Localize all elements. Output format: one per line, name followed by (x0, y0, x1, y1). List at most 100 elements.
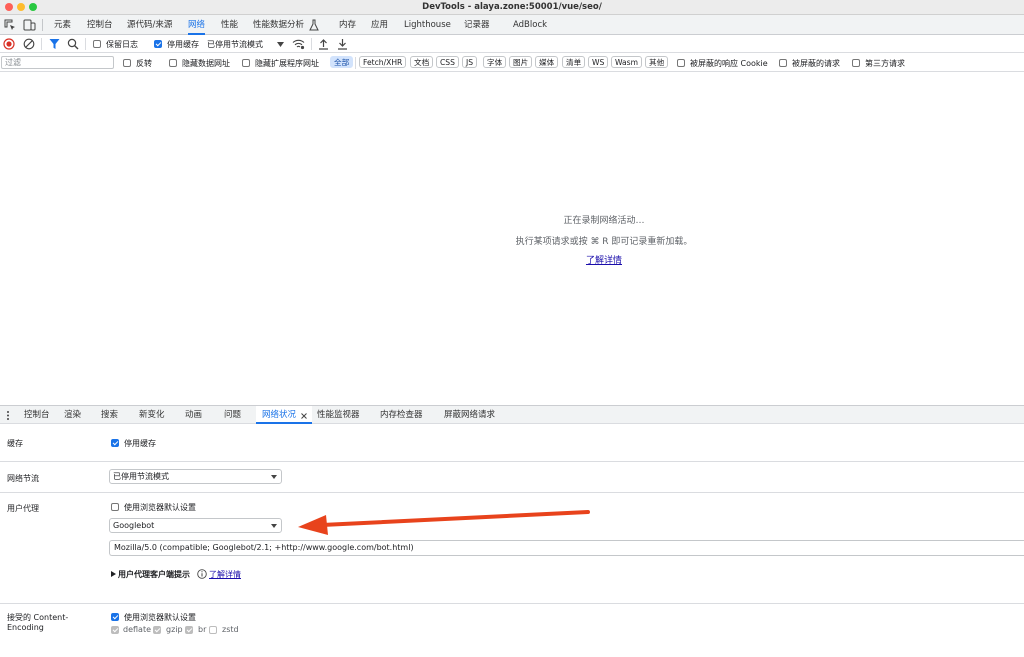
throttling-section-label: 网络节流 (7, 474, 39, 483)
drawer-tab-strip: 控制台 渲染 搜索 新变化 动画 问题 网络状况 性能监视器 内存检查器 屏蔽网… (0, 405, 1024, 424)
network-conditions-icon[interactable] (292, 38, 305, 50)
throttling-select[interactable]: 已停用节流模式 (109, 469, 282, 484)
invert-checkbox[interactable] (123, 59, 131, 67)
tab-adblock[interactable]: AdBlock (513, 15, 547, 35)
chevron-down-icon[interactable] (277, 42, 284, 47)
type-filter-fetch-xhr[interactable]: Fetch/XHR (359, 56, 407, 68)
window-title: DevTools - alaya.zone:50001/vue/seo/ (422, 2, 602, 12)
blocked-cookies-label: 被屏蔽的响应 Cookie (690, 59, 768, 68)
record-icon[interactable] (3, 38, 15, 50)
drawer-tab-network-conditions-label: 网络状况 (262, 410, 297, 420)
ua-default-label: 使用浏览器默认设置 (124, 503, 196, 512)
client-hints-learn-more-link[interactable]: 了解详情 (209, 569, 241, 580)
import-har-icon[interactable] (318, 38, 329, 50)
drawer-tab-network-request-blocking[interactable]: 屏蔽网络请求 (444, 406, 495, 424)
tab-lighthouse[interactable]: Lighthouse (404, 15, 451, 35)
third-party-label: 第三方请求 (865, 59, 905, 68)
encoding-default-checkbox[interactable] (111, 613, 119, 621)
type-filter-other[interactable]: 其他 (645, 56, 669, 68)
disable-cache-label: 停用缓存 (167, 40, 199, 49)
drawer-tab-whats-new[interactable]: 新变化 (139, 406, 165, 424)
type-filter-font[interactable]: 字体 (483, 56, 507, 68)
user-agent-input[interactable]: Mozilla/5.0 (compatible; Googlebot/2.1; … (109, 540, 1024, 556)
device-toolbar-icon[interactable] (23, 19, 36, 31)
type-filter-all[interactable]: 全部 (330, 56, 354, 68)
blocked-requests-checkbox[interactable] (779, 59, 787, 67)
drawer-tab-rendering[interactable]: 渲染 (64, 406, 81, 424)
drawer-tab-search[interactable]: 搜索 (101, 406, 118, 424)
drawer-tab-memory-inspector[interactable]: 内存检查器 (380, 406, 423, 424)
expand-triangle-icon[interactable] (111, 571, 116, 577)
invert-label: 反转 (136, 59, 152, 68)
export-har-icon[interactable] (337, 38, 348, 50)
close-tab-icon[interactable] (301, 413, 307, 419)
learn-more-link[interactable]: 了解详情 (586, 256, 622, 266)
section-divider (0, 603, 1024, 604)
preserve-log-checkbox[interactable] (93, 40, 101, 48)
encoding-zstd-checkbox[interactable] (209, 626, 217, 634)
inspect-element-icon[interactable] (4, 19, 16, 31)
tab-sources[interactable]: 源代码/来源 (127, 15, 172, 35)
tab-elements[interactable]: 元素 (54, 15, 71, 35)
user-agent-select[interactable]: Googlebot (109, 518, 282, 533)
drawer-tab-issues[interactable]: 问题 (224, 406, 241, 424)
toolbar-divider (42, 19, 43, 31)
encoding-gzip-checkbox[interactable] (153, 626, 161, 634)
client-hints-toggle[interactable]: 用户代理客户端提示 (118, 569, 190, 580)
tab-network[interactable]: 网络 (188, 15, 206, 35)
filter-input[interactable]: 过滤 (1, 56, 114, 69)
user-agent-section-label: 用户代理 (7, 504, 39, 513)
content-encoding-label-line1: 接受的 Content- (7, 613, 69, 622)
filter-bar: 过滤 反转 隐藏数据网址 隐藏扩展程序网址 全部 Fetch/XHR 文档 CS… (0, 53, 1024, 72)
drawer-tab-animations[interactable]: 动画 (185, 406, 202, 424)
drawer-tab-console[interactable]: 控制台 (24, 406, 50, 424)
tab-application[interactable]: 应用 (371, 15, 388, 35)
encoding-default-label: 使用浏览器默认设置 (124, 613, 196, 622)
toolbar-divider (311, 38, 312, 50)
cache-disable-checkbox[interactable] (111, 439, 119, 447)
user-agent-select-value: Googlebot (113, 521, 155, 530)
ua-default-checkbox[interactable] (111, 503, 119, 511)
search-icon[interactable] (67, 38, 79, 50)
tab-console[interactable]: 控制台 (87, 15, 113, 35)
type-filter-media[interactable]: 媒体 (535, 56, 559, 68)
clear-icon[interactable] (23, 38, 35, 50)
recording-message: 正在录制网络活动… (563, 216, 645, 226)
info-icon (197, 569, 207, 579)
type-filter-css[interactable]: CSS (436, 56, 459, 68)
tab-recorder[interactable]: 记录器 (464, 15, 490, 35)
more-tools-icon[interactable] (6, 410, 10, 421)
chevron-down-icon (271, 475, 277, 479)
main-tab-strip: 元素 控制台 源代码/来源 网络 性能 性能数据分析 内存 应用 Lightho… (0, 15, 1024, 35)
throttling-dropdown[interactable]: 已停用节流模式 (207, 39, 263, 50)
type-filter-js[interactable]: JS (462, 56, 478, 68)
toolbar-divider (41, 38, 42, 50)
reload-hint: 执行某项请求或按 ⌘ R 即可记录重新加载。 (515, 237, 693, 247)
filter-icon[interactable] (49, 38, 60, 50)
encoding-br-checkbox[interactable] (185, 626, 193, 634)
blocked-requests-label: 被屏蔽的请求 (792, 59, 840, 68)
encoding-deflate-checkbox[interactable] (111, 626, 119, 634)
section-divider (0, 492, 1024, 493)
preserve-log-label: 保留日志 (106, 40, 138, 49)
blocked-cookies-checkbox[interactable] (677, 59, 685, 67)
learn-more-container: 了解详情 (0, 253, 1024, 266)
toolbar-divider (355, 57, 356, 69)
type-filter-image[interactable]: 图片 (509, 56, 533, 68)
type-filter-document[interactable]: 文档 (410, 56, 434, 68)
hide-extension-urls-label: 隐藏扩展程序网址 (255, 59, 319, 68)
hide-data-urls-label: 隐藏数据网址 (182, 59, 230, 68)
hide-extension-urls-checkbox[interactable] (242, 59, 250, 67)
tab-memory[interactable]: 内存 (339, 15, 356, 35)
type-filter-wasm[interactable]: Wasm (611, 56, 643, 68)
disable-cache-checkbox[interactable] (154, 40, 162, 48)
encoding-gzip-label: gzip (166, 625, 183, 634)
type-filter-ws[interactable]: WS (588, 56, 609, 68)
drawer-tab-performance-monitor[interactable]: 性能监视器 (317, 406, 360, 424)
tab-performance-insights[interactable]: 性能数据分析 (253, 15, 304, 35)
encoding-deflate-label: deflate (123, 625, 151, 634)
hide-data-urls-checkbox[interactable] (169, 59, 177, 67)
type-filter-manifest[interactable]: 清单 (562, 56, 586, 68)
tab-performance[interactable]: 性能 (221, 15, 238, 35)
third-party-checkbox[interactable] (852, 59, 860, 67)
